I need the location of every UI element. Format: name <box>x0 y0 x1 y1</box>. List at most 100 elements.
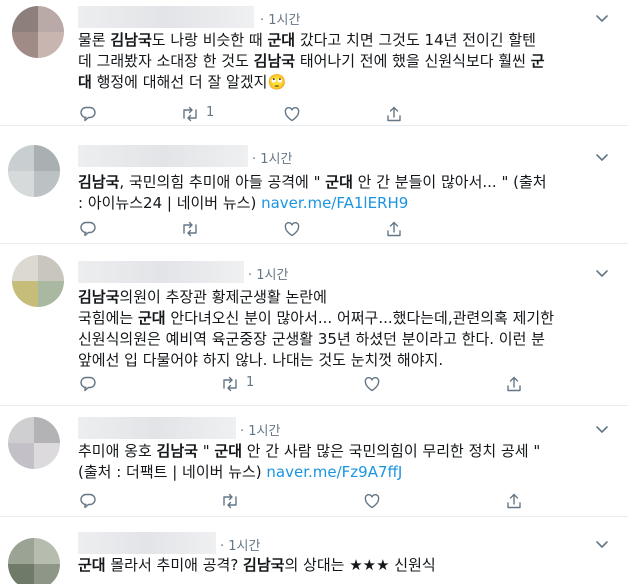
tweet[interactable]: · 1시간 군대 몰라서 추미애 공격? 김남국의 상대는 ★★★ 신원식 <box>0 518 628 584</box>
text-segment: 추미애 옹호 <box>78 442 157 460</box>
chevron-down-icon <box>596 426 608 433</box>
keyword-highlight: 군 <box>530 52 545 70</box>
text-segment: 태어나기 전에 했을 신원식보다 훨씬 <box>295 52 531 70</box>
text-segment: 안다녀오신 분이 많아서... 어쩌구...했다는데,관련의혹 제기한 <box>165 309 554 327</box>
avatar[interactable] <box>8 538 60 584</box>
tweet[interactable]: · 1시간 김남국, 국민의힘 추미애 아들 공격에 " 군대 안 간 분들이 … <box>0 127 628 244</box>
avatar[interactable] <box>12 255 64 307</box>
chevron-down-icon <box>596 270 608 277</box>
tweet-timestamp[interactable]: · 1시간 <box>220 535 260 554</box>
tweet-link[interactable]: naver.me/Fz9A7ffJ <box>266 463 402 481</box>
text-segment: 데 그래봤자 소대장 한 것도 <box>78 52 254 70</box>
text-segment: , 국민의힘 추미애 아들 공격에 " <box>119 173 326 191</box>
retweet-button[interactable] <box>220 491 240 511</box>
reply-button[interactable] <box>78 219 98 239</box>
keyword-highlight: 군대 <box>214 442 242 460</box>
text-segment: 행정에 대해선 더 잘 알겠지🙄 <box>91 73 287 91</box>
share-icon <box>387 221 401 237</box>
tweet-text-line: : 아이뉴스24 | 네이버 뉴스) naver.me/FA1lERH9 <box>78 193 547 214</box>
share-icon <box>507 376 521 392</box>
reply-button[interactable] <box>78 374 98 394</box>
text-segment: 신원식의원은 예비역 육군중장 군생활 35년 하셨던 분이라고 한다. 이런 … <box>78 330 545 348</box>
retweet-icon <box>223 376 237 392</box>
share-button[interactable] <box>384 104 404 124</box>
keyword-highlight: 김남국 <box>243 556 285 574</box>
keyword-highlight: 김남국 <box>156 442 198 460</box>
tweet-actions <box>78 491 521 511</box>
tweet-link[interactable]: naver.me/FA1lERH9 <box>261 194 408 212</box>
tweet-text-line: 추미애 옹호 김남국 " 군대 안 간 사람 많은 국민의힘이 무리한 정치 공… <box>78 441 540 462</box>
tweet[interactable]: · 1시간 추미애 옹호 김남국 " 군대 안 간 사람 많은 국민의힘이 무리… <box>0 407 628 517</box>
tweet-text-line: 김남국, 국민의힘 추미애 아들 공격에 " 군대 안 간 분들이 많아서...… <box>78 172 547 193</box>
like-icon <box>364 376 380 392</box>
share-button[interactable] <box>504 491 524 511</box>
reply-icon <box>80 493 96 509</box>
tweet-menu-button[interactable] <box>592 147 612 167</box>
share-button[interactable] <box>384 219 404 239</box>
reply-button[interactable] <box>78 104 98 124</box>
share-icon <box>507 493 521 509</box>
keyword-highlight: 김남국 <box>78 288 120 306</box>
text-segment: 의 상대는 ★★★ 신원식 <box>284 556 436 574</box>
text-segment: : 아이뉴스24 | 네이버 뉴스) <box>78 194 262 212</box>
tweet-actions: 1 <box>78 104 478 124</box>
text-segment: 앞에선 입 다물어야 하지 않나. 나대는 것도 눈치껏 해야지. <box>78 351 444 369</box>
tweet-text-line: 물론 김남국도 나랑 비슷한 때 군대 갔다고 치면 그것도 14년 전이긴 할… <box>78 30 545 51</box>
tweet-text: 김남국의원이 추장관 황제군생활 논란에 국힘에는 군대 안다녀오신 분이 많아서… <box>78 287 554 371</box>
like-button[interactable] <box>282 219 302 239</box>
tweet-text-line: (출처 : 더팩트 | 네이버 뉴스) naver.me/Fz9A7ffJ <box>78 462 540 483</box>
tweet-menu-button[interactable] <box>592 8 612 28</box>
text-segment: " <box>197 442 215 460</box>
author-name[interactable] <box>78 417 236 439</box>
reply-button[interactable] <box>78 491 98 511</box>
reply-icon <box>80 106 96 122</box>
author-name[interactable] <box>78 145 248 167</box>
keyword-highlight: 김남국 <box>78 173 120 191</box>
reply-icon <box>80 376 96 392</box>
share-button[interactable] <box>504 374 524 394</box>
retweet-icon <box>183 221 197 237</box>
avatar[interactable] <box>8 145 60 197</box>
tweet-text-line: 군대 몰라서 추미애 공격? 김남국의 상대는 ★★★ 신원식 <box>78 555 436 576</box>
tweet-menu-button[interactable] <box>592 534 612 554</box>
author-name[interactable] <box>78 532 216 554</box>
keyword-highlight: 김남국 <box>253 52 296 70</box>
tweet[interactable]: · 1시간 물론 김남국도 나랑 비슷한 때 군대 갔다고 치면 그것도 14년… <box>0 0 628 126</box>
tweet-timestamp[interactable]: · 1시간 <box>260 9 300 28</box>
like-icon <box>364 493 380 509</box>
share-icon <box>387 106 401 122</box>
retweet-count: 1 <box>246 375 255 390</box>
chevron-down-icon <box>596 154 608 161</box>
tweet-actions: 1 <box>78 374 521 394</box>
tweet-text: 추미애 옹호 김남국 " 군대 안 간 사람 많은 국민의힘이 무리한 정치 공… <box>78 441 540 483</box>
like-button[interactable] <box>282 104 302 124</box>
text-segment: 몰라서 추미애 공격? <box>105 556 244 574</box>
tweet-actions <box>78 219 478 239</box>
like-button[interactable] <box>362 374 382 394</box>
tweet[interactable]: · 1시간 김남국의원이 추장관 황제군생활 논란에 국힘에는 군대 안다녀오신 … <box>0 245 628 406</box>
tweet-menu-button[interactable] <box>592 419 612 439</box>
like-icon <box>284 106 300 122</box>
tweet-timestamp[interactable]: · 1시간 <box>252 148 292 167</box>
like-button[interactable] <box>362 491 382 511</box>
tweet-text: 김남국, 국민의힘 추미애 아들 공격에 " 군대 안 간 분들이 많아서...… <box>78 172 547 214</box>
tweet-text: 군대 몰라서 추미애 공격? 김남국의 상대는 ★★★ 신원식 <box>78 555 436 576</box>
avatar[interactable] <box>12 6 64 58</box>
retweet-button[interactable] <box>180 219 200 239</box>
tweet-timestamp[interactable]: · 1시간 <box>240 420 280 439</box>
text-segment: 국힘에는 <box>78 309 138 327</box>
keyword-highlight: 군대 <box>137 309 166 327</box>
author-name[interactable] <box>78 261 244 283</box>
tweet-timestamp[interactable]: · 1시간 <box>248 264 288 283</box>
avatar[interactable] <box>8 417 60 469</box>
author-name[interactable] <box>78 6 254 28</box>
tweet-menu-button[interactable] <box>592 263 612 283</box>
text-segment: 갔다고 치면 그것도 14년 전이긴 할텐 <box>295 31 536 49</box>
tweet-text-line: 데 그래봤자 소대장 한 것도 김남국 태어나기 전에 했을 신원식보다 훨씬 … <box>78 51 545 72</box>
retweet-count: 1 <box>206 105 215 120</box>
chevron-down-icon <box>596 541 608 548</box>
retweet-button[interactable]: 1 <box>180 104 214 124</box>
text-segment: 안 간 분들이 많아서... " (출처 <box>352 173 547 191</box>
keyword-highlight: 김남국 <box>110 31 152 49</box>
retweet-button[interactable]: 1 <box>220 374 254 394</box>
